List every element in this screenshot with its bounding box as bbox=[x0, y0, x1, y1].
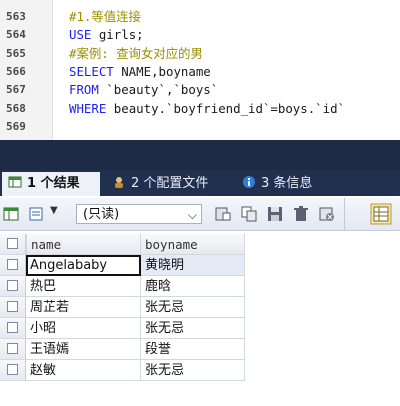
table-row[interactable]: 周芷若 张无忌 bbox=[0, 297, 400, 318]
line-number: 569 bbox=[6, 119, 26, 133]
copy-icon[interactable] bbox=[240, 205, 258, 223]
code-line[interactable]: 564 USE girls; bbox=[0, 26, 400, 44]
result-tabs: 1 个结果 2 个配置文件 3 条信息 bbox=[0, 170, 400, 196]
grid-layout-icon[interactable] bbox=[370, 203, 392, 225]
code-text: SELECT NAME,boyname bbox=[69, 63, 211, 81]
code-line[interactable]: 565 #案例: 查询女对应的男 bbox=[0, 45, 400, 63]
code-line[interactable]: 563 #1.等值连接 bbox=[0, 8, 400, 26]
line-number: 563 bbox=[6, 10, 26, 23]
cell-name[interactable]: 小昭 bbox=[26, 318, 141, 339]
view-dropdown-arrow-icon[interactable]: ▼ bbox=[50, 205, 58, 216]
toolbar-divider bbox=[344, 198, 345, 230]
row-selector[interactable] bbox=[0, 318, 26, 339]
row-checkbox[interactable] bbox=[7, 259, 18, 270]
row-checkbox[interactable] bbox=[7, 364, 18, 375]
column-header-name[interactable]: name bbox=[26, 234, 141, 255]
cell-boyname[interactable]: 鹿晗 bbox=[141, 276, 245, 297]
row-checkbox[interactable] bbox=[7, 322, 18, 333]
table-icon bbox=[8, 176, 22, 188]
result-mode-select[interactable]: (只读) ⌵ bbox=[76, 204, 202, 224]
profile-icon bbox=[115, 177, 123, 188]
table-row[interactable]: Angelababy 黄晓明 bbox=[0, 255, 400, 276]
result-mode-value: (只读) bbox=[83, 207, 120, 222]
line-number: 568 bbox=[6, 101, 26, 115]
row-checkbox[interactable] bbox=[7, 280, 18, 291]
cancel-changes-icon[interactable] bbox=[318, 205, 336, 223]
cell-boyname[interactable]: 张无忌 bbox=[141, 360, 245, 381]
info-icon bbox=[243, 176, 255, 188]
result-toolbar: ▼ (只读) ⌵ bbox=[0, 198, 400, 231]
table-row[interactable]: 小昭 张无忌 bbox=[0, 318, 400, 339]
table-row[interactable]: 热巴 鹿晗 bbox=[0, 276, 400, 297]
cell-boyname[interactable]: 张无忌 bbox=[141, 297, 245, 318]
code-text: WHERE beauty.`boyfriend_id`=boys.`id` bbox=[69, 100, 345, 118]
export-icon[interactable] bbox=[214, 205, 232, 223]
row-selector[interactable] bbox=[0, 339, 26, 360]
tab-results[interactable]: 1 个结果 bbox=[2, 172, 100, 196]
editor-splitter[interactable] bbox=[0, 140, 400, 170]
grid-view-icon[interactable] bbox=[2, 205, 20, 223]
delete-icon[interactable] bbox=[292, 205, 310, 223]
grid-header-row: name boyname bbox=[0, 234, 400, 255]
line-number: 566 bbox=[6, 64, 26, 78]
sql-keyword: WHERE bbox=[69, 100, 107, 116]
tab-profiles[interactable]: 2 个配置文件 bbox=[106, 172, 230, 196]
tab-messages[interactable]: 3 条信息 bbox=[236, 172, 336, 196]
sql-text: girls; bbox=[91, 27, 144, 43]
code-line[interactable]: 566 SELECT NAME,boyname bbox=[0, 63, 400, 81]
cell-name[interactable]: Angelababy bbox=[26, 255, 141, 276]
sql-text: `beauty`,`boys` bbox=[98, 82, 219, 98]
cell-name[interactable]: 周芷若 bbox=[26, 297, 141, 318]
code-line[interactable]: 568 WHERE beauty.`boyfriend_id`=boys.`id` bbox=[0, 100, 400, 118]
line-number: 565 bbox=[6, 46, 26, 60]
tab-messages-label: 3 条信息 bbox=[261, 176, 313, 191]
cell-name[interactable]: 赵敏 bbox=[26, 360, 141, 381]
tab-profiles-label: 2 个配置文件 bbox=[131, 176, 209, 191]
line-number: 567 bbox=[6, 83, 26, 97]
code-text: FROM `beauty`,`boys` bbox=[69, 81, 218, 99]
select-all-cell[interactable] bbox=[0, 234, 26, 255]
tab-results-label: 1 个结果 bbox=[27, 176, 80, 191]
column-header-boyname[interactable]: boyname bbox=[141, 234, 245, 255]
table-row[interactable]: 赵敏 张无忌 bbox=[0, 360, 400, 381]
sql-text: NAME,boyname bbox=[113, 63, 211, 79]
cell-boyname[interactable]: 段誉 bbox=[141, 339, 245, 360]
cell-name[interactable]: 热巴 bbox=[26, 276, 141, 297]
cell-boyname[interactable]: 黄晓明 bbox=[141, 255, 245, 276]
row-selector[interactable] bbox=[0, 255, 26, 276]
chevron-down-icon: ⌵ bbox=[187, 208, 197, 222]
code-line[interactable]: 569 bbox=[0, 118, 400, 136]
form-view-icon[interactable] bbox=[28, 205, 46, 223]
row-selector[interactable] bbox=[0, 276, 26, 297]
select-all-checkbox[interactable] bbox=[7, 238, 18, 249]
sql-keyword: SELECT bbox=[69, 63, 114, 79]
line-number: 564 bbox=[6, 28, 26, 42]
cell-name[interactable]: 王语嫣 bbox=[26, 339, 141, 360]
save-icon[interactable] bbox=[266, 205, 284, 223]
table-row[interactable]: 王语嫣 段誉 bbox=[0, 339, 400, 360]
sql-text: beauty.`boyfriend_id`=boys.`id` bbox=[106, 100, 346, 116]
sql-editor[interactable]: 563 #1.等值连接 564 USE girls; 565 #案例: 查询女对应的男 56… bbox=[0, 0, 400, 140]
row-selector[interactable] bbox=[0, 297, 26, 318]
code-line-partial bbox=[0, 0, 400, 8]
row-selector[interactable] bbox=[0, 360, 26, 381]
row-checkbox[interactable] bbox=[7, 343, 18, 354]
code-text: USE girls; bbox=[69, 26, 144, 44]
sql-comment: #1.等值连接 bbox=[69, 9, 141, 24]
code-line[interactable]: 567 FROM `beauty`,`boys` bbox=[0, 81, 400, 99]
sql-keyword: USE bbox=[69, 27, 92, 43]
cell-boyname[interactable]: 张无忌 bbox=[141, 318, 245, 339]
code-text: #案例: 查询女对应的男 bbox=[69, 45, 203, 63]
sql-comment: #案例: 查询女对应的男 bbox=[69, 45, 203, 61]
sql-keyword: FROM bbox=[69, 82, 99, 98]
code-text: #1.等值连接 bbox=[69, 8, 141, 26]
row-checkbox[interactable] bbox=[7, 301, 18, 312]
